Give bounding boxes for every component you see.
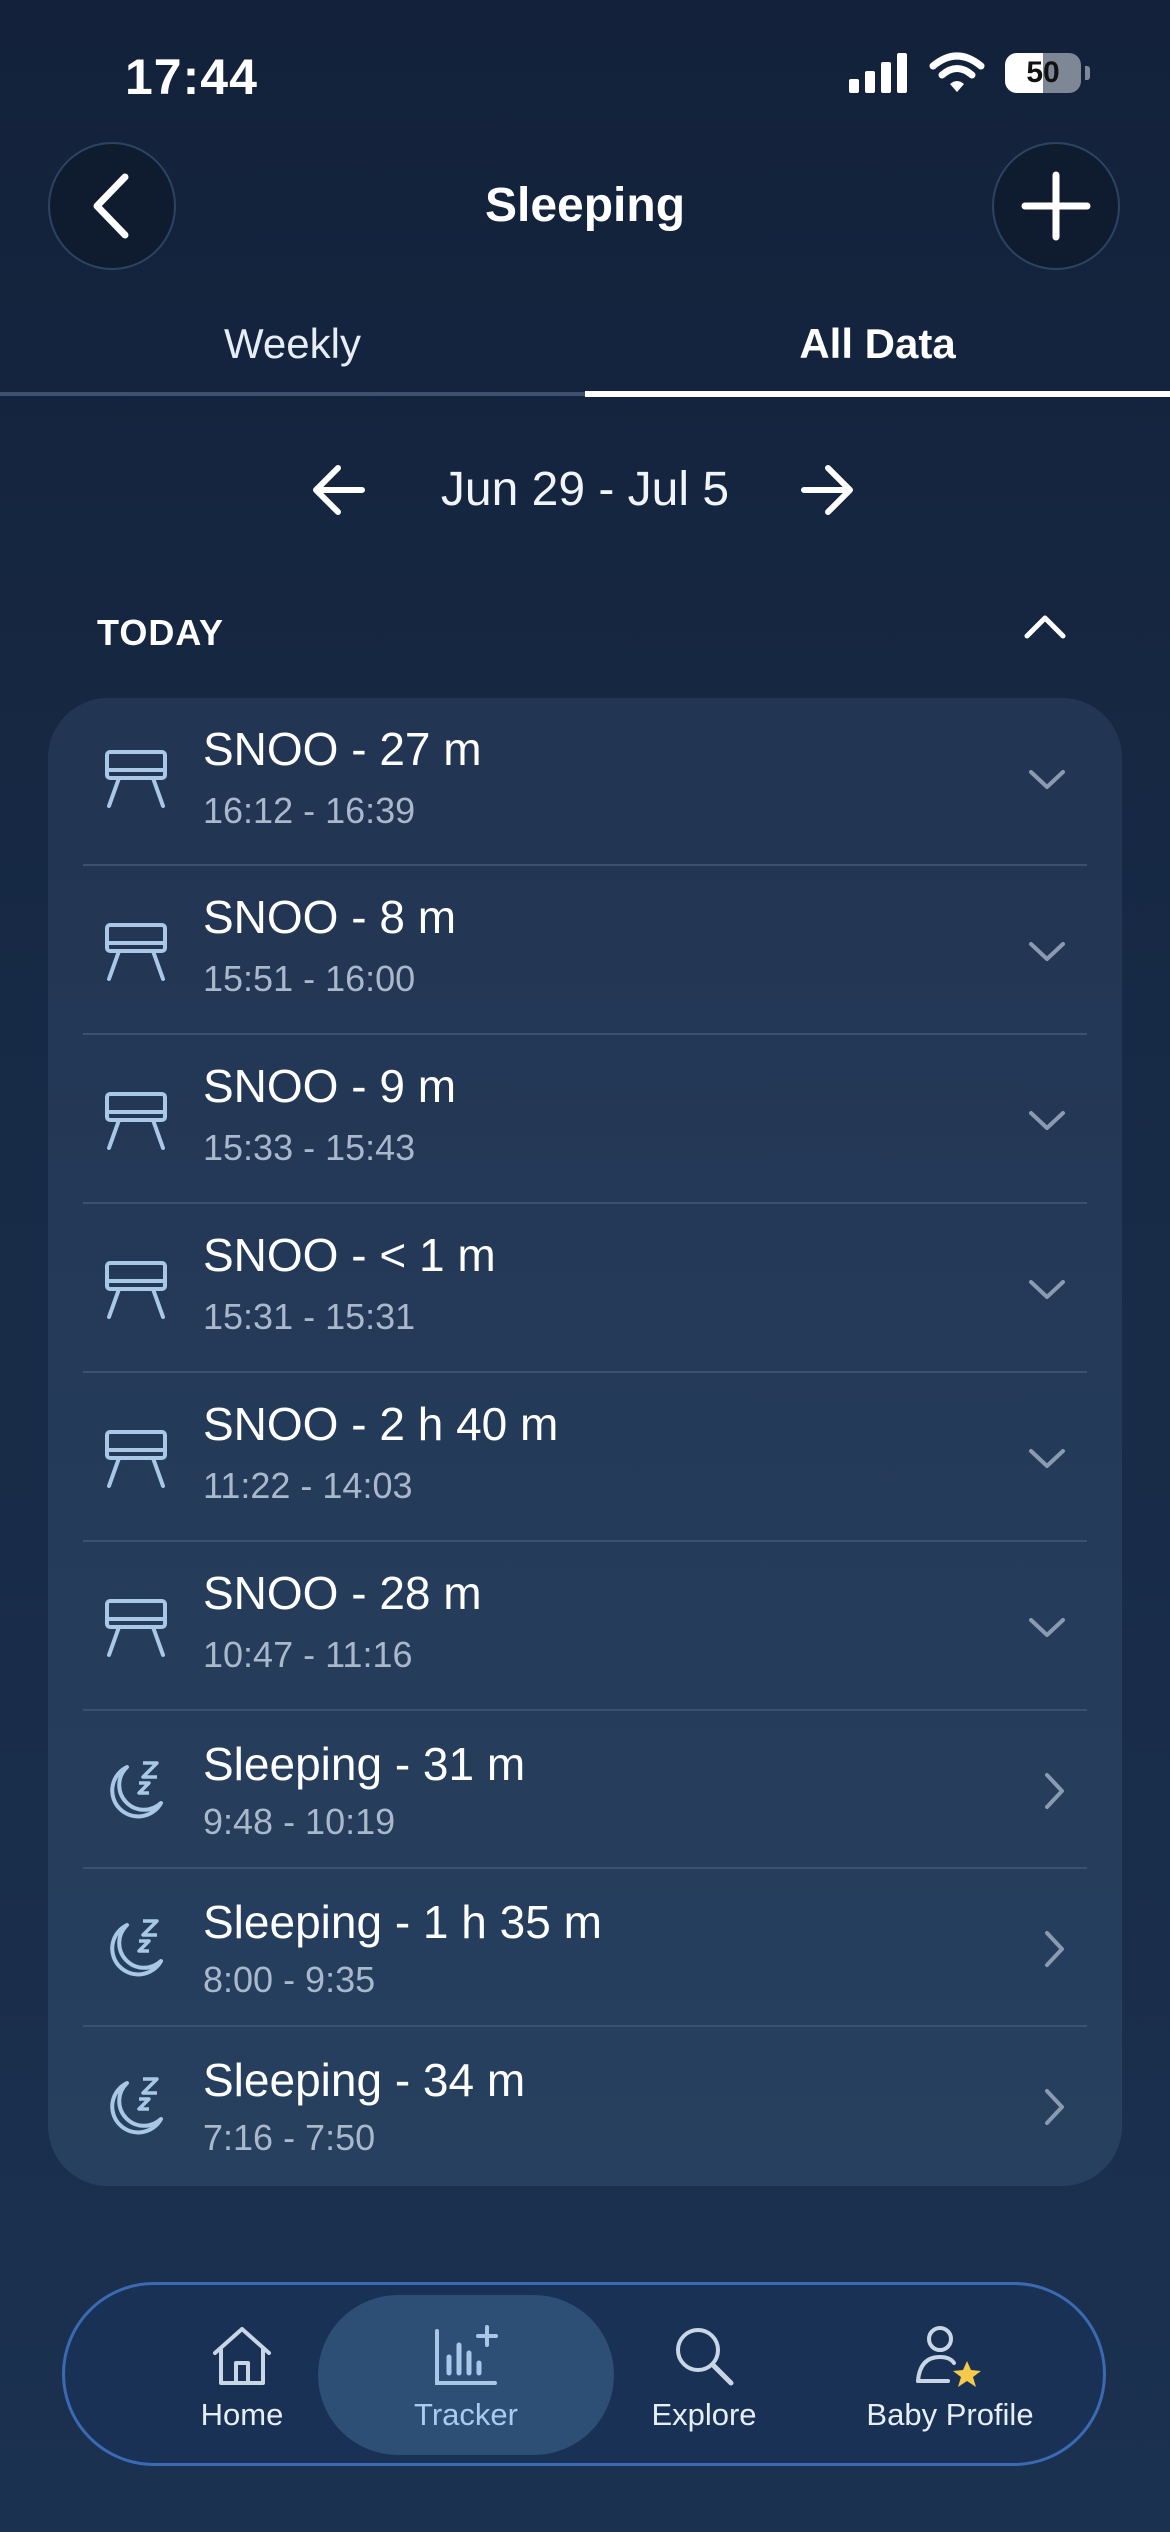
snoo-bassinet-icon bbox=[105, 923, 167, 981]
bottom-tab-bar: Home Tracker Explore Baby Profile bbox=[62, 2282, 1106, 2466]
chevron-up-icon[interactable] bbox=[1023, 612, 1067, 642]
date-range-label: Jun 29 - Jul 5 bbox=[440, 463, 730, 516]
chevron-down-icon[interactable] bbox=[1027, 940, 1067, 964]
baby-profile-icon bbox=[916, 2326, 981, 2387]
entry-title: Sleeping - 1 h 35 m bbox=[203, 1896, 602, 1948]
nav-item-tracker[interactable]: Tracker bbox=[381, 2285, 551, 2469]
entry-time: 7:16 - 7:50 bbox=[203, 2117, 376, 2158]
entry-time: 15:33 - 15:43 bbox=[203, 1127, 416, 1168]
entry-title: SNOO - 8 m bbox=[203, 891, 457, 943]
entry-title: SNOO - 9 m bbox=[203, 1060, 457, 1112]
section-header-today[interactable]: TODAY bbox=[97, 612, 1077, 672]
list-item[interactable]: SNOO - 2 h 40 m 11:22 - 14:03 bbox=[83, 1373, 1087, 1542]
chevron-down-icon[interactable] bbox=[1027, 1278, 1067, 1302]
status-time: 17:44 bbox=[125, 49, 258, 105]
battery-level: 50 bbox=[1026, 56, 1060, 89]
snoo-bassinet-icon bbox=[105, 1430, 167, 1488]
entry-time: 9:48 - 10:19 bbox=[203, 1801, 396, 1842]
section-label: TODAY bbox=[97, 612, 225, 653]
tab-all-data[interactable]: All Data bbox=[585, 320, 1170, 368]
chevron-right-icon[interactable] bbox=[1043, 2087, 1067, 2127]
battery-indicator: 50 bbox=[1005, 53, 1081, 93]
nav-item-home[interactable]: Home bbox=[157, 2285, 327, 2469]
snoo-bassinet-icon bbox=[105, 1599, 167, 1657]
tab-weekly[interactable]: Weekly bbox=[0, 320, 585, 368]
view-tabs: Weekly All Data bbox=[0, 320, 1170, 398]
list-item[interactable]: SNOO - 8 m 15:51 - 16:00 bbox=[83, 866, 1087, 1035]
chevron-down-icon[interactable] bbox=[1027, 1616, 1067, 1640]
moon-sleep-icon bbox=[110, 1761, 163, 1819]
arrow-right-icon[interactable] bbox=[796, 460, 856, 520]
entry-time: 8:00 - 9:35 bbox=[203, 1959, 376, 2000]
wifi-icon bbox=[929, 52, 985, 92]
list-item[interactable]: Sleeping - 1 h 35 m 8:00 - 9:35 bbox=[83, 1869, 1087, 2027]
plus-icon bbox=[1021, 171, 1091, 241]
nav-item-baby-profile[interactable]: Baby Profile bbox=[835, 2285, 1065, 2469]
entry-title: SNOO - 2 h 40 m bbox=[203, 1398, 559, 1450]
snoo-bassinet-icon bbox=[105, 1261, 167, 1319]
nav-label: Tracker bbox=[414, 2397, 518, 2432]
entry-title: Sleeping - 34 m bbox=[203, 2054, 526, 2106]
chevron-down-icon[interactable] bbox=[1027, 1447, 1067, 1471]
entry-time: 10:47 - 11:16 bbox=[203, 1634, 413, 1675]
nav-label: Baby Profile bbox=[866, 2397, 1034, 2432]
search-icon bbox=[676, 2328, 734, 2386]
moon-sleep-icon bbox=[110, 2077, 163, 2135]
entry-time: 11:22 - 14:03 bbox=[203, 1465, 413, 1506]
entry-time: 15:51 - 16:00 bbox=[203, 958, 416, 999]
add-entry-button[interactable] bbox=[992, 142, 1120, 270]
entry-title: SNOO - 27 m bbox=[203, 723, 482, 775]
entry-title: SNOO - 28 m bbox=[203, 1567, 482, 1619]
list-item[interactable]: SNOO - 27 m 16:12 - 16:39 bbox=[83, 698, 1087, 866]
nav-item-explore[interactable]: Explore bbox=[619, 2285, 789, 2469]
chevron-right-icon[interactable] bbox=[1043, 1771, 1067, 1811]
sleep-entries-card: SNOO - 27 m 16:12 - 16:39 SNOO - 8 m 15:… bbox=[48, 698, 1122, 2186]
entry-time: 15:31 - 15:31 bbox=[203, 1296, 416, 1337]
tab-underline-weekly bbox=[0, 392, 585, 396]
list-item[interactable]: SNOO - 9 m 15:33 - 15:43 bbox=[83, 1035, 1087, 1204]
entry-title: Sleeping - 31 m bbox=[203, 1738, 526, 1790]
status-bar: 17:44 50 bbox=[0, 0, 1170, 140]
signal-icon bbox=[849, 53, 907, 93]
snoo-bassinet-icon bbox=[105, 750, 167, 808]
date-navigator: Jun 29 - Jul 5 bbox=[0, 452, 1170, 532]
home-icon bbox=[213, 2327, 271, 2385]
list-item[interactable]: Sleeping - 31 m 9:48 - 10:19 bbox=[83, 1711, 1087, 1869]
moon-sleep-icon bbox=[110, 1919, 163, 1977]
entry-title: SNOO - < 1 m bbox=[203, 1229, 496, 1281]
nav-label: Explore bbox=[651, 2397, 757, 2432]
entry-time: 16:12 - 16:39 bbox=[203, 790, 416, 831]
status-icons: 50 bbox=[849, 52, 1090, 94]
chevron-down-icon[interactable] bbox=[1027, 768, 1067, 792]
chevron-down-icon[interactable] bbox=[1027, 1109, 1067, 1133]
nav-label: Home bbox=[200, 2397, 284, 2432]
tracker-icon bbox=[435, 2325, 498, 2385]
snoo-bassinet-icon bbox=[105, 1092, 167, 1150]
list-item[interactable]: SNOO - 28 m 10:47 - 11:16 bbox=[83, 1542, 1087, 1711]
tab-underline-active bbox=[585, 391, 1170, 397]
chevron-right-icon[interactable] bbox=[1043, 1929, 1067, 1969]
list-item[interactable]: SNOO - < 1 m 15:31 - 15:31 bbox=[83, 1204, 1087, 1373]
list-item[interactable]: Sleeping - 34 m 7:16 - 7:50 bbox=[83, 2027, 1087, 2185]
